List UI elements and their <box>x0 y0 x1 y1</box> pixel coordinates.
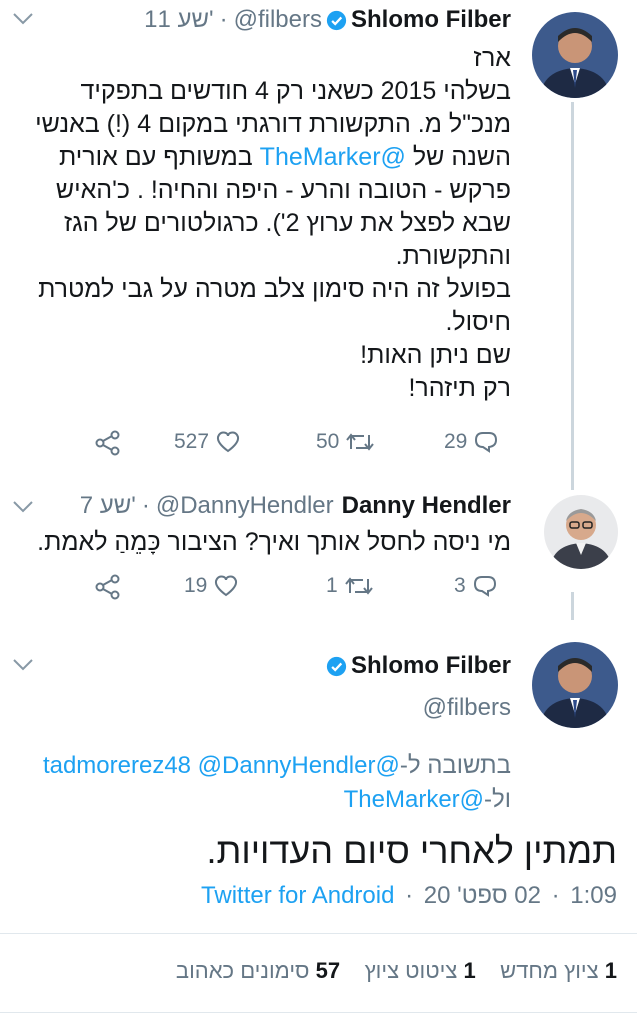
tweet-2-header: 7 שע' · @DannyHendler Danny Hendler <box>80 492 511 520</box>
retweet-button[interactable]: 50 <box>316 430 375 454</box>
quotes-stat[interactable]: 1 ציטוט ציוץ <box>365 958 476 983</box>
tweet-1-actions: 29 50 527 <box>0 424 560 464</box>
tweet-3-handle-line: @filbers <box>423 694 511 722</box>
tweet-1-line-part: השנה של <box>405 143 511 171</box>
engagement-stats: 1 ציוץ מחדש 1 ציטוט ציוץ 57 סימונים כאהו… <box>176 958 617 984</box>
tweet-2-actions: 3 1 19 <box>0 570 560 610</box>
quotes-stat-label: ציטוט ציוץ <box>364 958 458 983</box>
tweet-1-line: שבא לפצל את ערוץ 2'). כרגולטורים של הגז <box>64 209 511 237</box>
separator-dot: · <box>405 882 414 909</box>
likes-stat[interactable]: 57 סימונים כאהוב <box>176 958 340 983</box>
tweet-1-line: השנה של @TheMarker במשותף עם אורית <box>11 141 511 174</box>
tweet-3-text: תמתין לאחרי סיום העדויות. <box>206 830 617 871</box>
like-button[interactable]: 527 <box>174 430 241 454</box>
tweet-3-meta-line: Twitter for Android · 02 ספט' 20 · 1:09 <box>201 882 617 910</box>
reply-button[interactable]: 3 <box>454 574 498 598</box>
tweet-1-line-part: במשותף עם אורית <box>59 143 260 171</box>
share-icon <box>95 430 120 456</box>
chevron-down-icon[interactable] <box>12 500 34 514</box>
mention-themarker[interactable]: @TheMarker <box>260 143 406 171</box>
likes-stat-count: 57 <box>315 958 341 983</box>
share-button[interactable] <box>94 430 122 456</box>
tweet-2-handle[interactable]: @DannyHendler <box>156 492 334 520</box>
thread-connector-1 <box>571 102 574 490</box>
reply-count: 29 <box>444 430 468 453</box>
tweet-2-time[interactable]: 7 שע' <box>80 492 136 520</box>
replying-to-mentions[interactable]: @tadmorerez48 @DannyHendler <box>43 752 400 779</box>
tweet-1-time[interactable]: 11 שע' <box>144 6 213 34</box>
tweet-1-line: והתקשורת. <box>395 242 511 270</box>
retweet-count: 50 <box>316 430 340 453</box>
tweet-1-header: 11 שע' · @filbers Shlomo Filber <box>144 6 511 34</box>
tweet-3-header: Shlomo Filber <box>322 652 511 680</box>
retweet-icon <box>344 577 373 595</box>
replying-to-and: ול- <box>484 786 511 813</box>
tweet-1-line: מנכ"ל מ. התקשורת דורגתי במקום 4 (!) באנש… <box>35 110 511 138</box>
retweets-stat-label: ציוץ מחדש <box>500 958 599 983</box>
source-app-link[interactable]: Twitter for Android <box>201 882 394 909</box>
like-button[interactable]: 19 <box>184 574 239 598</box>
tweet-2-text: מי ניסה לחסל אותך ואיך? הציבור כָּמֵהַ ל… <box>37 528 511 556</box>
replying-to: בתשובה ל-@tadmorerez48 @DannyHendler <box>43 752 511 780</box>
avatar-shlomo-filber[interactable] <box>532 12 618 98</box>
tweet-3-handle[interactable]: @filbers <box>423 694 511 722</box>
thread-connector-2 <box>571 592 574 620</box>
quotes-stat-count: 1 <box>463 958 476 983</box>
reply-icon <box>475 432 498 453</box>
tweet-1-text: ארז בשלהי 2015 כשאני רק 4 חודשים בתפקיד … <box>11 42 511 405</box>
chevron-down-icon[interactable] <box>12 658 34 672</box>
avatar-shlomo-filber[interactable] <box>532 642 618 728</box>
tweet-1-line: שם ניתן האות! <box>360 341 511 369</box>
like-count: 19 <box>184 574 208 597</box>
retweets-stat-count: 1 <box>604 958 617 983</box>
retweet-icon <box>346 433 375 451</box>
tweet-3-date: 02 ספט' 20 <box>423 882 541 909</box>
retweets-stat[interactable]: 1 ציוץ מחדש <box>500 958 617 983</box>
share-icon <box>95 574 120 600</box>
reply-count: 3 <box>454 574 466 597</box>
like-count: 527 <box>174 430 210 453</box>
tweet-1-line: חיסול. <box>445 308 511 336</box>
avatar-danny-hendler[interactable] <box>544 495 618 569</box>
chevron-down-icon[interactable] <box>12 12 34 26</box>
retweet-count: 1 <box>326 574 338 597</box>
tweet-3-author-name[interactable]: Shlomo Filber <box>351 652 511 680</box>
tweet-1-line: ארז <box>473 44 511 72</box>
tweet-2-author-name[interactable]: Danny Hendler <box>342 492 511 520</box>
tweet-1-handle[interactable]: @filbers <box>234 6 322 34</box>
separator-dot: · <box>219 6 228 33</box>
tweet-3-time: 1:09 <box>570 882 617 909</box>
mention-themarker[interactable]: @TheMarker <box>344 786 484 813</box>
replying-to-label: בתשובה ל- <box>399 752 511 779</box>
likes-stat-label: סימונים כאהוב <box>175 958 310 983</box>
tweet-1-author-name[interactable]: Shlomo Filber <box>351 6 511 34</box>
heart-icon <box>215 575 238 597</box>
divider <box>0 1012 637 1013</box>
reply-icon <box>473 576 496 597</box>
replying-to-line-2: ול-@TheMarker <box>344 786 511 814</box>
separator-dot: · <box>141 492 150 519</box>
reply-button[interactable]: 29 <box>444 430 499 454</box>
verified-badge-icon <box>326 656 347 676</box>
heart-icon <box>216 431 240 453</box>
tweet-1-line: בפועל זה היה סימון צלב מטרה על גבי למטרת <box>38 275 511 303</box>
retweet-button[interactable]: 1 <box>326 574 374 598</box>
tweet-1-line: רק תיזהר! <box>408 374 511 402</box>
tweet-1-line: פרקש - הטובה והרע - היפה והחיה! . כ'האיש <box>55 176 511 204</box>
tweet-1-line: בשלהי 2015 כשאני רק 4 חודשים בתפקיד <box>80 77 511 105</box>
divider <box>0 933 637 934</box>
separator-dot: · <box>551 882 560 909</box>
verified-badge-icon <box>326 10 347 30</box>
share-button[interactable] <box>94 574 122 600</box>
